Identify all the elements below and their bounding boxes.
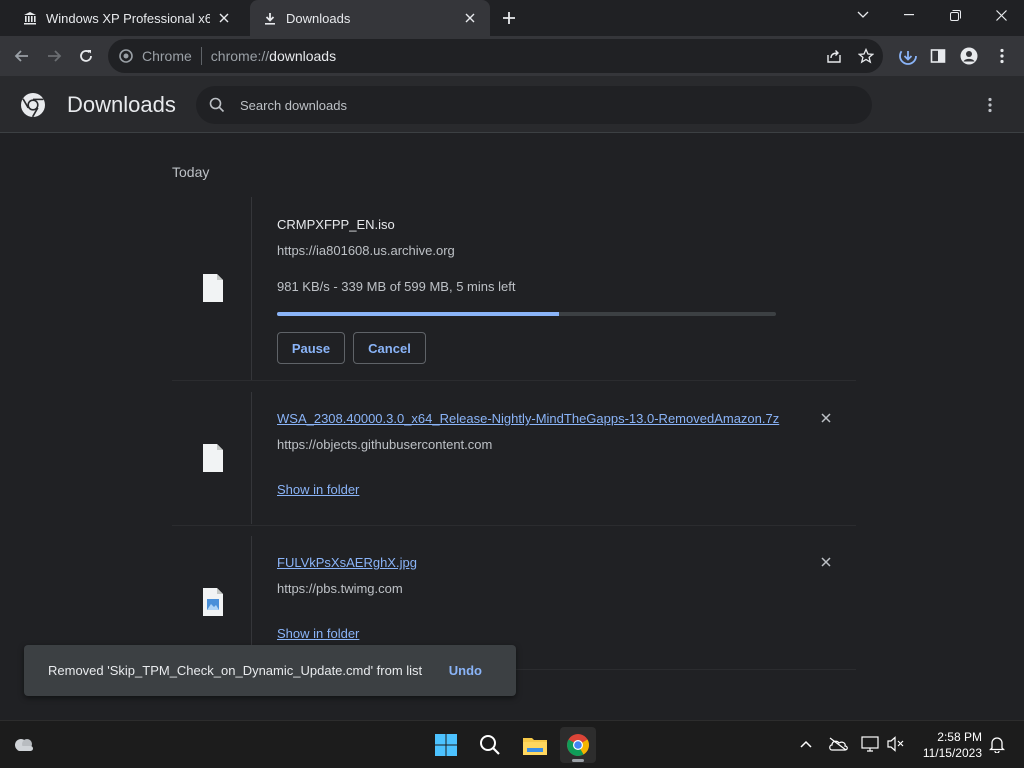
browser-toolbar: Chrome chrome://downloads — [0, 36, 1024, 76]
start-button[interactable] — [428, 727, 464, 763]
file-name: CRMPXFPP_EN.iso — [277, 217, 395, 232]
clock-date: 11/15/2023 — [922, 746, 982, 760]
site-info[interactable]: Chrome — [118, 48, 192, 64]
notification-bell-icon[interactable] — [986, 733, 1008, 755]
restore-icon[interactable] — [932, 0, 978, 30]
cancel-button[interactable]: Cancel — [353, 332, 426, 364]
undo-toast: Removed 'Skip_TPM_Check_on_Dynamic_Updat… — [24, 645, 516, 696]
side-panel-icon[interactable] — [924, 42, 952, 70]
show-in-folder-link[interactable]: Show in folder — [277, 626, 359, 641]
taskbar-search-icon[interactable] — [472, 727, 508, 763]
divider — [172, 380, 856, 381]
date-header: Today — [172, 164, 210, 180]
url-text[interactable]: chrome://downloads — [211, 48, 336, 64]
more-actions-icon[interactable] — [978, 93, 1002, 117]
volume-muted-icon[interactable] — [885, 733, 907, 755]
remove-from-list-icon[interactable] — [818, 554, 834, 570]
page-title: Downloads — [67, 92, 176, 117]
file-icon — [201, 443, 225, 473]
taskbar: 2:58 PM 11/15/2023 — [0, 720, 1024, 768]
tab-title: Windows XP Professional x64 Edition — [46, 10, 210, 26]
chrome-logo-icon — [20, 92, 46, 118]
file-icon — [201, 273, 225, 303]
tab-title: Downloads — [286, 10, 351, 26]
download-item: WSA_2308.40000.3.0_x64_Release-Nightly-M… — [172, 392, 856, 524]
reload-icon[interactable] — [72, 42, 100, 70]
search-input[interactable] — [240, 97, 840, 113]
onedrive-icon[interactable] — [827, 733, 849, 755]
clock-time: 2:58 PM — [937, 730, 982, 744]
close-tab-icon[interactable] — [216, 10, 232, 26]
address-bar[interactable]: Chrome chrome://downloads — [108, 39, 883, 73]
tab-search-icon[interactable] — [840, 0, 886, 30]
site-label: Chrome — [142, 48, 192, 64]
minimize-icon[interactable] — [886, 0, 932, 30]
download-status: 981 KB/s - 339 MB of 599 MB, 5 mins left — [277, 279, 516, 294]
undo-button[interactable]: Undo — [449, 663, 482, 678]
tab-archive[interactable]: Windows XP Professional x64 Edition — [10, 0, 244, 36]
progress-bar — [277, 312, 776, 316]
remove-from-list-icon[interactable] — [818, 410, 834, 426]
search-bar[interactable] — [196, 86, 872, 124]
file-explorer-icon[interactable] — [517, 727, 553, 763]
tab-downloads[interactable]: Downloads — [250, 0, 490, 36]
url-host: downloads — [269, 48, 337, 64]
source-url[interactable]: https://objects.githubusercontent.com — [277, 437, 492, 452]
forward-icon[interactable] — [40, 42, 68, 70]
chrome-menu-icon[interactable] — [988, 42, 1016, 70]
show-hidden-icons-chevron[interactable] — [795, 733, 817, 755]
bookmark-star-icon[interactable] — [854, 44, 878, 68]
downloads-toolbar-icon[interactable] — [894, 42, 922, 70]
download-item: CRMPXFPP_EN.iso https://ia801608.us.arch… — [172, 197, 856, 380]
display-icon[interactable] — [859, 733, 881, 755]
source-url[interactable]: https://ia801608.us.archive.org — [277, 243, 455, 258]
close-window-icon[interactable] — [978, 0, 1024, 30]
new-tab-icon[interactable] — [497, 6, 521, 30]
divider — [172, 525, 856, 526]
pause-button[interactable]: Pause — [277, 332, 345, 364]
image-file-icon — [201, 587, 225, 617]
source-url[interactable]: https://pbs.twimg.com — [277, 581, 403, 596]
progress-fill — [277, 312, 560, 316]
search-icon — [208, 96, 226, 114]
file-name-link[interactable]: FULVkPsXsAERghX.jpg — [277, 555, 417, 570]
back-icon[interactable] — [8, 42, 36, 70]
download-icon — [262, 10, 278, 26]
archive-icon — [22, 10, 38, 26]
downloads-header: Downloads — [0, 76, 1024, 133]
chrome-taskbar-icon[interactable] — [560, 727, 596, 763]
close-tab-icon[interactable] — [462, 10, 478, 26]
weather-icon[interactable] — [11, 733, 37, 755]
profile-avatar-icon[interactable] — [955, 42, 983, 70]
toast-message: Removed 'Skip_TPM_Check_on_Dynamic_Updat… — [48, 663, 423, 678]
chrome-icon — [118, 48, 134, 64]
url-scheme: chrome:// — [210, 48, 270, 64]
share-icon[interactable] — [822, 44, 846, 68]
taskbar-clock[interactable]: 2:58 PM 11/15/2023 — [912, 729, 982, 761]
file-name-link[interactable]: WSA_2308.40000.3.0_x64_Release-Nightly-M… — [277, 411, 779, 426]
title-bar: Windows XP Professional x64 Edition Down… — [0, 0, 1024, 36]
show-in-folder-link[interactable]: Show in folder — [277, 482, 359, 497]
separator — [200, 47, 202, 65]
